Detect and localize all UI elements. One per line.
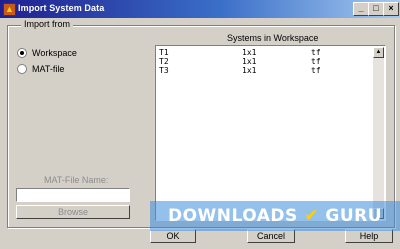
- browse-button[interactable]: Browse: [16, 205, 130, 219]
- system-name: T2: [159, 57, 169, 66]
- system-type: tf: [311, 48, 321, 57]
- download-arrow-icon: ✔: [304, 206, 319, 226]
- system-size: 1x1: [242, 66, 257, 75]
- list-scrollbar[interactable]: ▲ ▼: [373, 47, 384, 219]
- system-name: T1: [159, 48, 169, 57]
- maximize-button[interactable]: □: [368, 2, 384, 16]
- system-size: 1x1: [242, 57, 257, 66]
- close-button[interactable]: ×: [383, 2, 399, 16]
- watermark-text-right: GURU: [325, 206, 383, 226]
- title-bar[interactable]: ▲ Import System Data _ □ ×: [0, 0, 400, 18]
- matfile-radio[interactable]: MAT-file: [17, 64, 64, 74]
- minimize-button[interactable]: _: [353, 2, 369, 16]
- watermark-text-left: DOWNLOADS: [167, 206, 298, 226]
- matfile-radio-label: MAT-file: [32, 64, 65, 74]
- system-name: T3: [159, 66, 169, 75]
- radio-unchecked-icon[interactable]: [17, 64, 27, 74]
- matlab-logo-icon: ▲: [3, 3, 16, 16]
- scroll-up-arrow-icon[interactable]: ▲: [373, 47, 384, 58]
- cancel-button[interactable]: Cancel: [247, 229, 295, 243]
- matfile-name-label: MAT-File Name:: [44, 175, 109, 185]
- workspace-radio[interactable]: Workspace: [17, 48, 77, 58]
- help-button[interactable]: Help: [345, 229, 393, 243]
- ok-button[interactable]: OK: [150, 229, 196, 243]
- downloads-guru-watermark: DOWNLOADS ✔ GURU: [150, 201, 400, 231]
- systems-listbox[interactable]: T1 1x1 tf T2 1x1 tf T3 1x1 tf ▲ ▼: [155, 45, 386, 221]
- systems-list-header: Systems in Workspace: [227, 33, 319, 43]
- radio-checked-icon[interactable]: [17, 48, 27, 58]
- workspace-radio-label: Workspace: [32, 48, 77, 58]
- import-from-legend: Import from: [21, 19, 74, 29]
- window-title: Import System Data: [18, 3, 105, 13]
- system-type: tf: [311, 57, 321, 66]
- matfile-name-input[interactable]: [16, 188, 130, 202]
- system-type: tf: [311, 66, 321, 75]
- system-size: 1x1: [242, 48, 257, 57]
